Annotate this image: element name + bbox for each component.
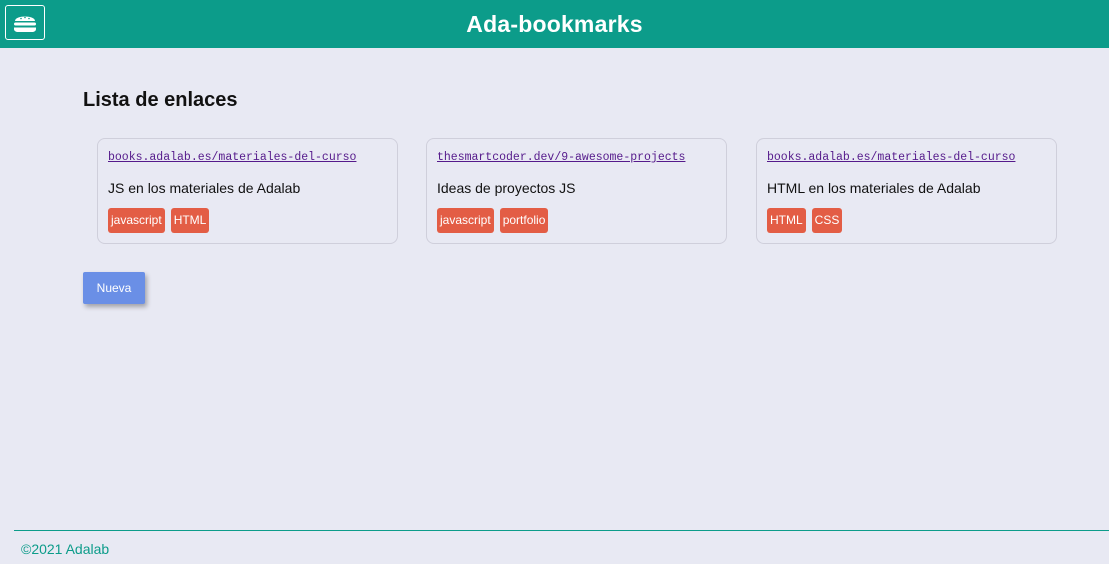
page: Ada-bookmarks Lista de enlaces books.ada…	[0, 0, 1109, 564]
app-header: Ada-bookmarks	[0, 0, 1109, 48]
tag: CSS	[811, 208, 843, 233]
tag: HTML	[767, 208, 806, 233]
bookmark-card: books.adalab.es/materiales-del-curso HTM…	[756, 138, 1057, 244]
bookmark-description: HTML en los materiales de Adalab	[767, 180, 981, 196]
new-bookmark-button[interactable]: Nueva	[83, 272, 145, 304]
bookmark-link[interactable]: thesmartcoder.dev/9-awesome-projects	[437, 151, 687, 164]
hamburger-menu-icon	[14, 16, 36, 32]
app-title: Ada-bookmarks	[466, 11, 643, 37]
tag: javascript	[108, 208, 165, 233]
bookmark-card: books.adalab.es/materiales-del-curso JS …	[97, 138, 398, 244]
tag-list: javascript portfolio	[437, 208, 549, 233]
tag-list: HTML CSS	[767, 208, 843, 233]
bookmark-link[interactable]: books.adalab.es/materiales-del-curso	[108, 151, 358, 164]
bookmark-link[interactable]: books.adalab.es/materiales-del-curso	[767, 151, 1017, 164]
tag: portfolio	[499, 208, 549, 233]
bookmark-description: JS en los materiales de Adalab	[108, 180, 301, 196]
tag: HTML	[170, 208, 210, 233]
menu-button[interactable]	[5, 5, 45, 40]
bookmark-card: thesmartcoder.dev/9-awesome-projects Ide…	[426, 138, 727, 244]
footer-copyright: ©2021 Adalab	[21, 541, 110, 557]
bookmark-description: Ideas de proyectos JS	[437, 180, 576, 196]
tag: javascript	[437, 208, 494, 233]
footer-divider	[14, 530, 1109, 531]
section-title: Lista de enlaces	[83, 89, 238, 111]
tag-list: javascript HTML	[108, 208, 210, 233]
